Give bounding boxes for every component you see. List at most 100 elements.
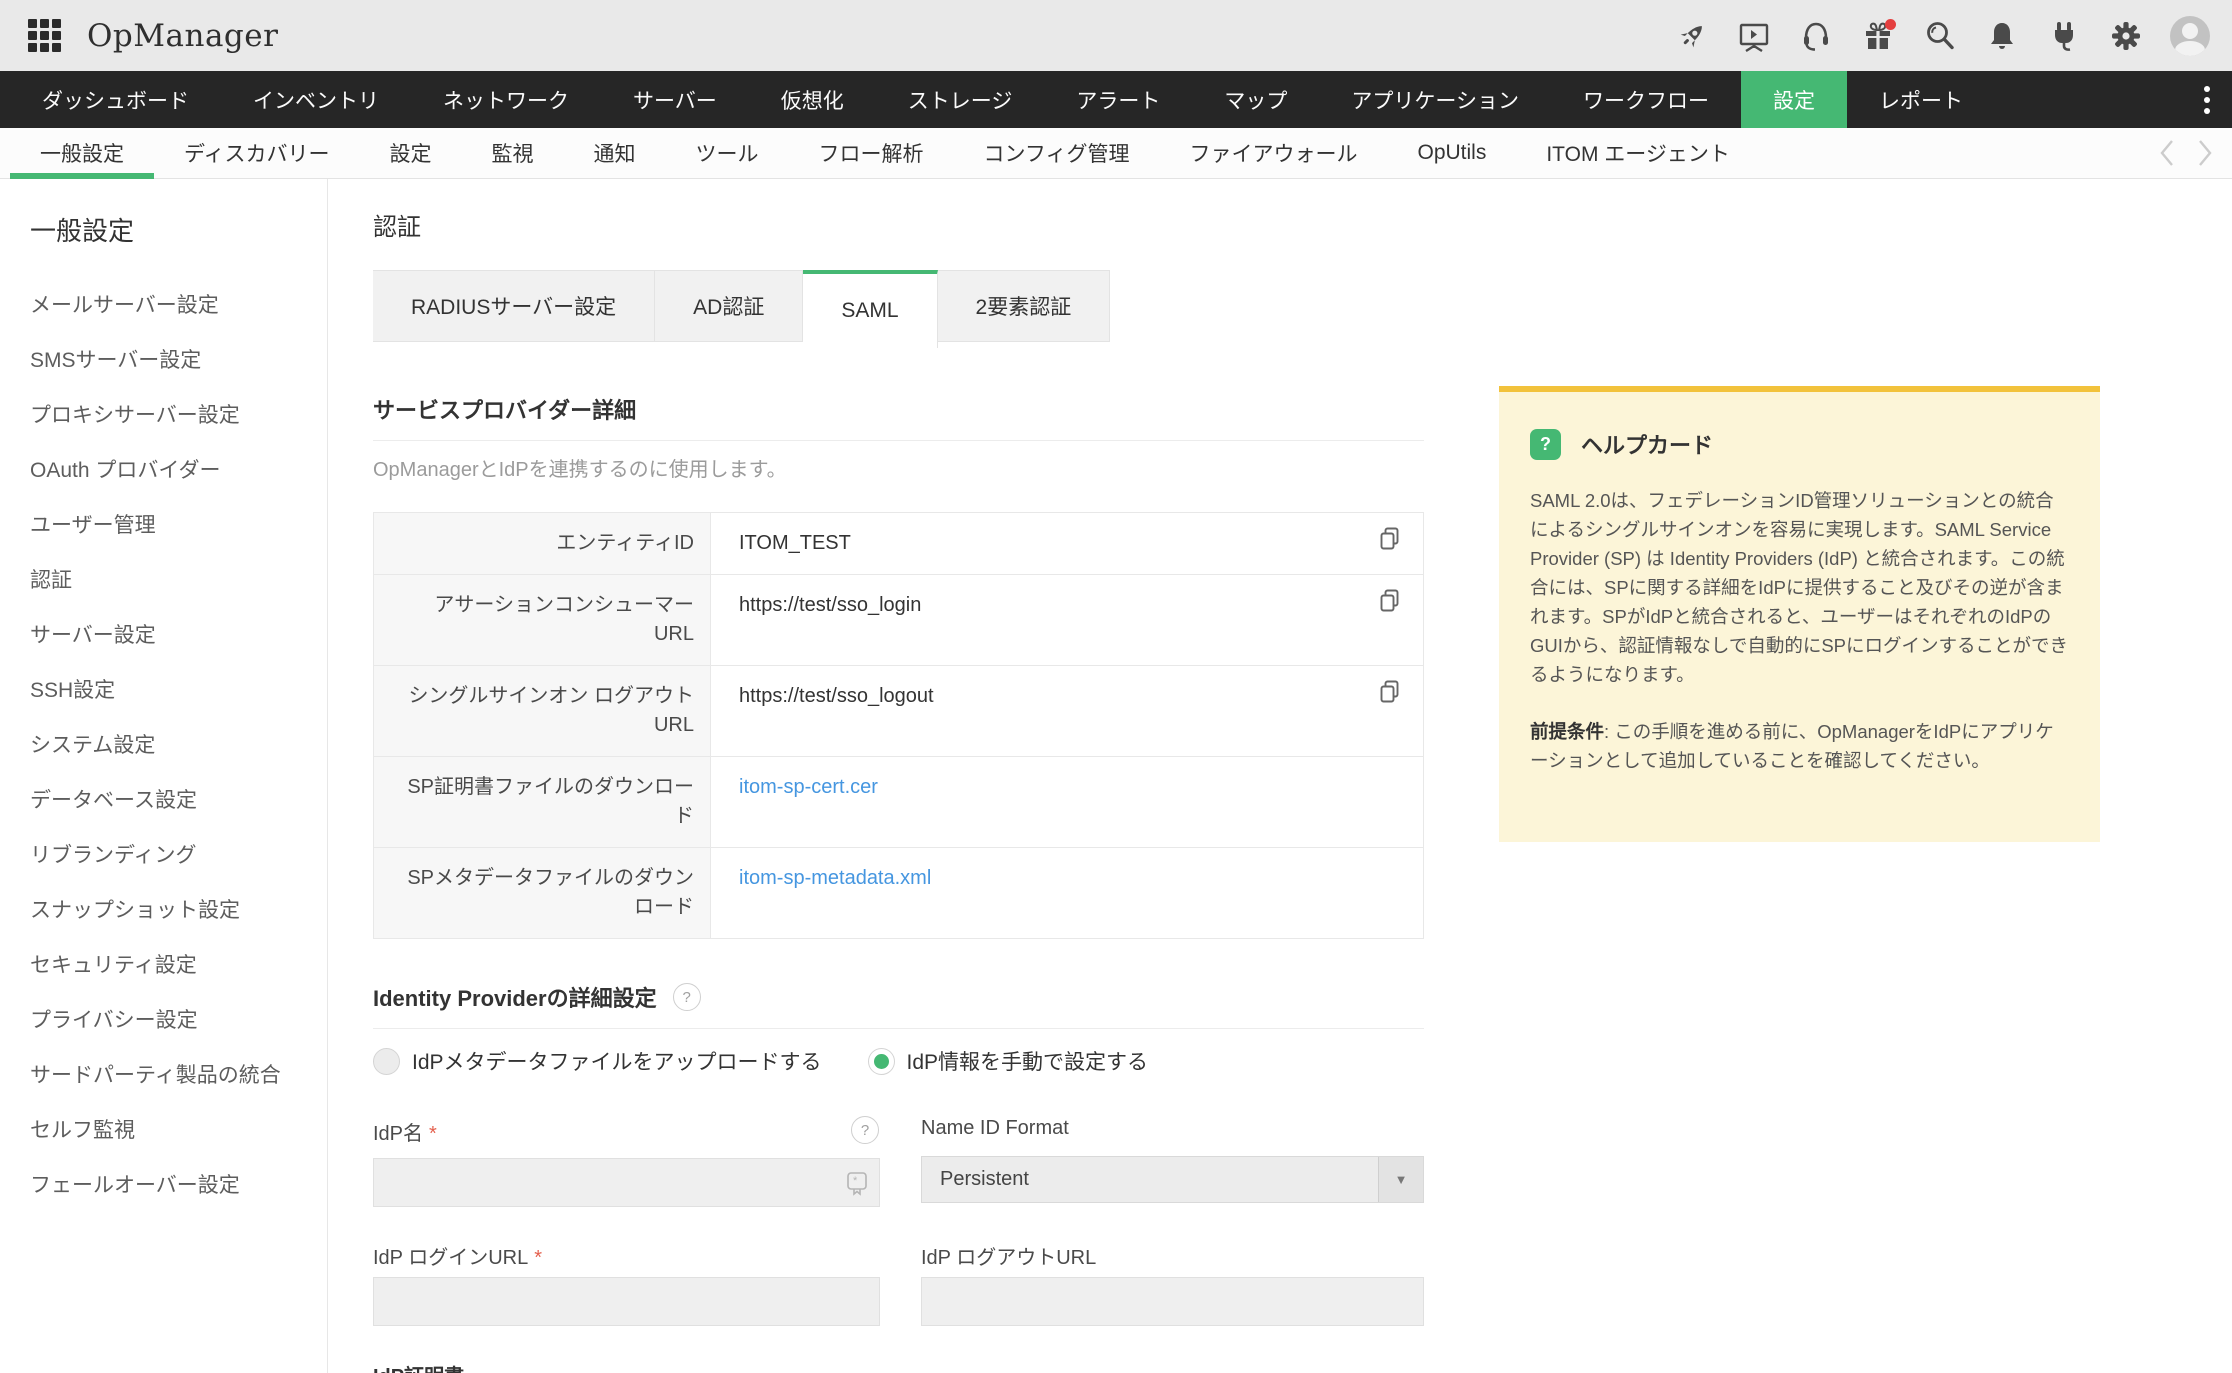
row-value: itom-sp-metadata.xml [711,848,1423,938]
required-mark: * [429,1123,437,1145]
subnav-item[interactable]: ツール [666,128,789,178]
help-card-icon: ? [1530,429,1561,460]
nav-item[interactable]: ワークフロー [1551,71,1741,128]
nav-item[interactable]: アプリケーション [1319,71,1551,128]
page-title: 認証 [373,207,421,242]
apps-grid-icon[interactable] [28,19,61,52]
tab[interactable]: 2要素認証 [938,270,1111,342]
subnav-item[interactable]: 設定 [360,128,462,178]
sidebar-item[interactable]: サーバー設定 [0,608,327,663]
subnav-item[interactable]: フロー解析 [789,128,954,178]
subnav-item[interactable]: ファイアウォール [1159,128,1387,178]
idp-logout-url-input[interactable] [921,1277,1424,1326]
idp-login-url-input[interactable] [373,1277,880,1326]
nav-item[interactable]: 仮想化 [749,71,876,128]
download-link[interactable]: itom-sp-metadata.xml [739,867,931,889]
sidebar-item[interactable]: プライバシー設定 [0,993,327,1048]
subnav-item[interactable]: コンフィグ管理 [954,128,1160,178]
nav-item[interactable]: ダッシュボード [10,71,221,128]
subnav-item[interactable]: 一般設定 [10,128,154,178]
subnav-item[interactable]: ディスカバリー [154,128,360,178]
subnav-item[interactable]: 監視 [462,128,564,178]
subnav-item[interactable]: 通知 [564,128,666,178]
row-label: SP証明書ファイルのダウンロード [374,757,711,847]
nav-item[interactable]: ネットワーク [411,71,601,128]
radio-label: IdPメタデータファイルをアップロードする [412,1046,822,1076]
gift-icon[interactable] [1860,18,1896,54]
copy-icon[interactable] [1376,678,1403,714]
sidebar-item[interactable]: データベース設定 [0,773,327,828]
more-menu-icon[interactable] [2198,80,2216,120]
tab[interactable]: AD認証 [655,270,803,342]
sidebar-item[interactable]: SMSサーバー設定 [0,333,327,388]
topbar-icons [1674,16,2210,56]
gear-icon[interactable] [2108,18,2144,54]
idp-cert-label: IdP証明書 [373,1360,880,1373]
row-label: アサーションコンシューマー URL [374,575,711,665]
presentation-icon[interactable] [1736,18,1772,54]
svg-text:*: * [853,1175,858,1187]
nav-item[interactable]: マップ [1192,71,1319,128]
bell-icon[interactable] [1984,18,2020,54]
nav-item[interactable]: サーバー [601,71,749,128]
plug-icon[interactable] [2046,18,2082,54]
sidebar-item[interactable]: フェールオーバー設定 [0,1158,327,1213]
subnav-item[interactable]: OpUtils [1387,128,1516,178]
name-id-format-select[interactable]: Persistent ▼ [921,1156,1424,1203]
nav-item[interactable]: 設定 [1741,71,1847,128]
sidebar-item[interactable]: システム設定 [0,718,327,773]
help-tooltip-icon[interactable]: ? [673,983,701,1011]
row-label: シングルサインオン ログアウト URL [374,666,711,756]
radio-option[interactable]: IdP情報を手動で設定する [868,1046,1149,1076]
sidebar-item[interactable]: メールサーバー設定 [0,278,327,333]
tab[interactable]: RADIUSサーバー設定 [373,270,655,342]
sidebar-item[interactable]: サードパーティ製品の統合 [0,1048,327,1103]
rocket-icon[interactable] [1674,18,1710,54]
idp-name-input[interactable]: * [373,1158,880,1207]
table-row: SP証明書ファイルのダウンロード itom-sp-cert.cer [374,757,1423,848]
chevron-left-icon[interactable] [2158,139,2176,167]
download-link[interactable]: itom-sp-cert.cer [739,776,878,798]
sidebar-item[interactable]: プロキシサーバー設定 [0,388,327,443]
sp-section-subtitle: OpManagerとIdPを連携するのに使用します。 [373,453,787,482]
sidebar-item[interactable]: セルフ監視 [0,1103,327,1158]
select-value: Persistent [922,1168,1378,1191]
user-avatar[interactable] [2170,16,2210,56]
idp-name-help-icon[interactable]: ? [851,1116,879,1144]
value-text: https://test/sso_logout [739,685,934,707]
sp-section-heading: サービスプロバイダー詳細 [373,393,636,425]
sidebar-item[interactable]: セキュリティ設定 [0,938,327,993]
tab[interactable]: SAML [803,270,937,348]
nav-item[interactable]: レポート [1847,71,1995,128]
nav-item[interactable]: アラート [1044,71,1192,128]
name-id-format-label: Name ID Format [921,1117,1424,1140]
row-label: SPメタデータファイルのダウンロード [374,848,711,938]
dropdown-arrow-icon: ▼ [1378,1157,1423,1202]
nav-item[interactable]: ストレージ [876,71,1045,128]
sp-details-table: エンティティID ITOM_TEST アサーションコンシューマー URL htt… [373,512,1424,939]
nav-item[interactable]: インベントリ [221,71,411,128]
gift-badge [1885,19,1896,30]
row-label: エンティティID [374,513,711,574]
copy-icon[interactable] [1376,525,1403,561]
subnav-item[interactable]: ITOM エージェント [1516,128,1760,178]
sidebar-item[interactable]: 認証 [0,553,327,608]
radio-icon[interactable] [373,1048,400,1075]
main-nav: ダッシュボード インベントリ ネットワーク サーバー 仮想化 ストレージ アラー… [0,71,2232,128]
headset-icon[interactable] [1798,18,1834,54]
value-text: ITOM_TEST [739,532,851,554]
radio-icon[interactable] [868,1048,895,1075]
search-icon[interactable] [1922,18,1958,54]
sidebar-item[interactable]: リブランディング [0,828,327,883]
sidebar-item[interactable]: ユーザー管理 [0,498,327,553]
radio-option[interactable]: IdPメタデータファイルをアップロードする [373,1046,822,1076]
sidebar-item[interactable]: スナップショット設定 [0,883,327,938]
settings-subnav: 一般設定 ディスカバリー 設定 監視 通知 ツール フロー解析 コンフィグ管理 … [0,128,2232,179]
help-card-title: ヘルプカード [1581,428,1713,460]
help-card-body: SAML 2.0は、フェデレーションID管理ソリューションとの統合によるシングル… [1530,486,2070,689]
help-card: ? ヘルプカード SAML 2.0は、フェデレーションID管理ソリューションとの… [1499,386,2100,842]
sidebar-item[interactable]: OAuth プロバイダー [0,443,327,498]
copy-icon[interactable] [1376,587,1403,623]
chevron-right-icon[interactable] [2196,139,2214,167]
sidebar-item[interactable]: SSH設定 [0,663,327,718]
